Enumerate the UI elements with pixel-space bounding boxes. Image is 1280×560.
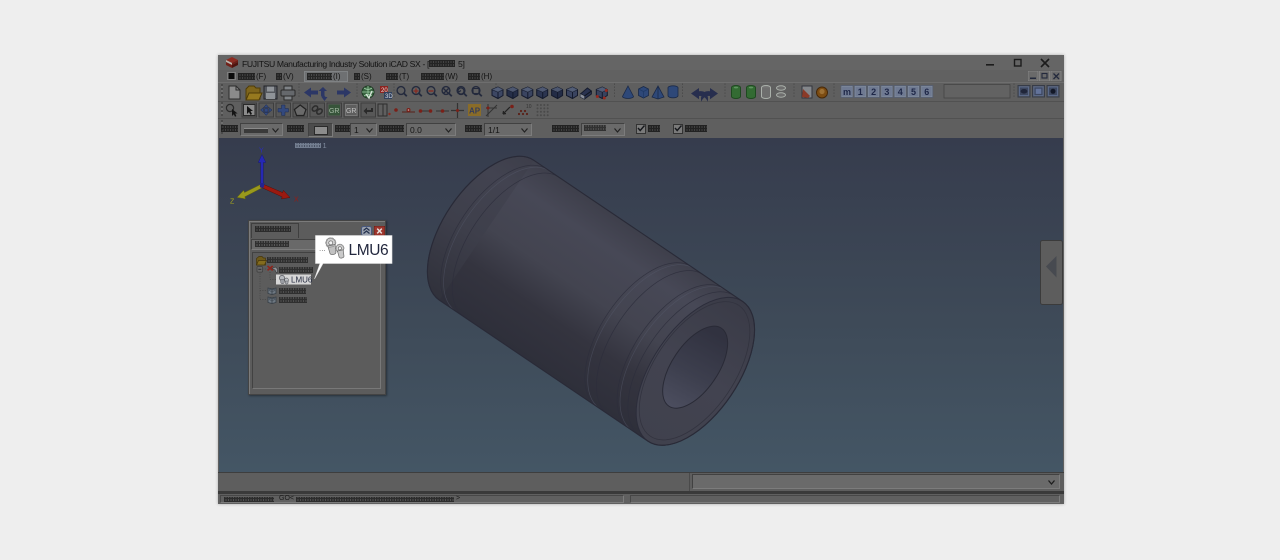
svg-text:1: 1	[858, 87, 863, 97]
svg-text:GR: GR	[329, 108, 340, 115]
svg-text:m: m	[843, 87, 851, 97]
svg-text:GR: GR	[346, 108, 357, 115]
svg-text:5: 5	[911, 87, 916, 97]
svg-text:10: 10	[526, 104, 532, 110]
svg-text:2: 2	[871, 87, 876, 97]
svg-text:3D: 3D	[385, 94, 393, 100]
svg-text:AP: AP	[469, 107, 481, 116]
svg-text:3: 3	[884, 87, 889, 97]
svg-text:4: 4	[898, 87, 903, 97]
svg-text:6: 6	[924, 87, 929, 97]
